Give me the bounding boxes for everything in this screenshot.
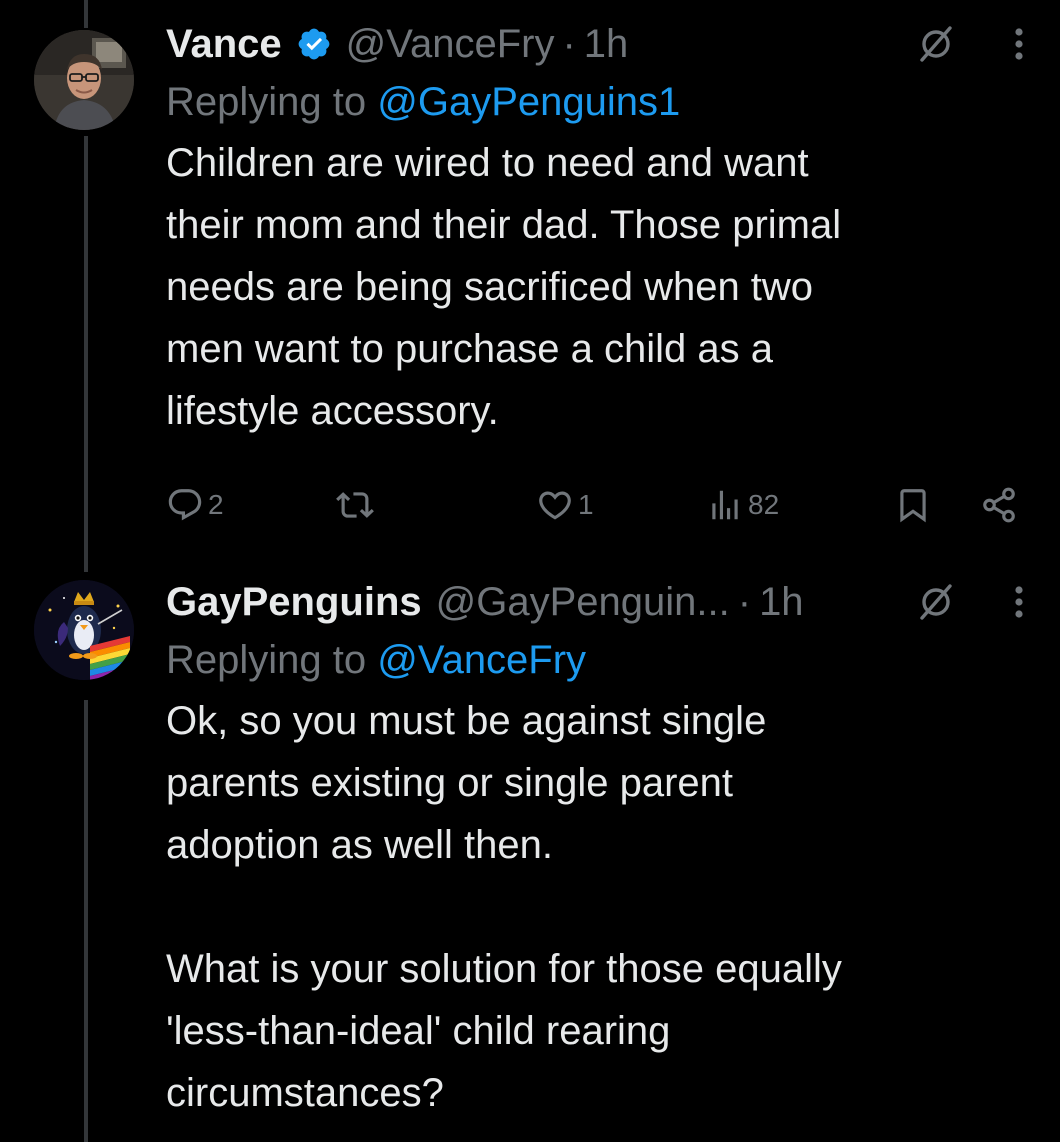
- tweet-header: Vance @VanceFry · 1h: [166, 20, 1030, 68]
- timestamp[interactable]: 1h: [759, 578, 804, 626]
- repost-button[interactable]: [336, 480, 378, 530]
- reply-button[interactable]: 2: [166, 480, 224, 530]
- separator-dot: ·: [562, 22, 576, 66]
- reply-icon: [168, 489, 202, 521]
- reply-count: 2: [208, 489, 224, 520]
- replying-to-handle[interactable]: @VanceFry: [377, 638, 586, 682]
- avatar-gaypenguins-illustration: [34, 580, 134, 680]
- bookmark-icon: [900, 489, 926, 523]
- grok-icon[interactable]: [916, 582, 956, 622]
- tweet-text: Children are wired to need and want thei…: [166, 141, 842, 433]
- replying-to-handle[interactable]: @GayPenguins1: [377, 80, 680, 124]
- repost-icon: [336, 492, 374, 518]
- views-button[interactable]: 82: [706, 480, 779, 530]
- replying-to-label: Replying to: [166, 80, 367, 124]
- verified-badge-icon[interactable]: [296, 26, 332, 62]
- share-button[interactable]: [980, 480, 1018, 530]
- tweet-header: GayPenguins @GayPenguin... · 1h: [166, 578, 1030, 626]
- share-icon: [983, 487, 1015, 523]
- bookmark-button[interactable]: [894, 480, 932, 530]
- header-icons: [916, 20, 1030, 68]
- grok-icon[interactable]: [916, 24, 956, 64]
- replying-to: Replying to @GayPenguins1: [166, 78, 1030, 126]
- tweet-content: GayPenguins @GayPenguin... · 1h Replying…: [166, 578, 1030, 1124]
- timestamp[interactable]: 1h: [584, 20, 629, 68]
- replying-to: Replying to @VanceFry: [166, 636, 1030, 684]
- more-options-icon[interactable]: [1014, 27, 1024, 61]
- author-handle[interactable]: @GayPenguin...: [436, 578, 730, 626]
- like-count: 1: [578, 489, 594, 520]
- tweet-text: Ok, so you must be against single parent…: [166, 699, 842, 1115]
- views-count: 82: [748, 489, 780, 520]
- display-name[interactable]: Vance: [166, 20, 282, 68]
- more-options-icon[interactable]: [1014, 585, 1024, 619]
- display-name[interactable]: GayPenguins: [166, 578, 422, 626]
- avatar-vance-photo: [34, 30, 134, 130]
- author-handle[interactable]: @VanceFry: [346, 20, 555, 68]
- avatar-gaypenguins[interactable]: [34, 580, 134, 680]
- header-icons: [916, 578, 1030, 626]
- views-icon: [712, 490, 738, 520]
- separator-dot: ·: [737, 580, 752, 624]
- tweet-content: Vance @VanceFry · 1h Replying to @GayPen…: [166, 20, 1030, 442]
- replying-to-label: Replying to: [166, 638, 367, 682]
- tweet-vance[interactable]: Vance @VanceFry · 1h Replying to @GayPen…: [0, 0, 1060, 560]
- tweet-gaypenguins[interactable]: GayPenguins @GayPenguin... · 1h Replying…: [0, 560, 1060, 1142]
- like-button[interactable]: 1: [536, 480, 594, 530]
- action-bar: 2 1 82: [166, 480, 1030, 530]
- avatar-vance[interactable]: [34, 30, 134, 130]
- like-icon: [539, 491, 571, 520]
